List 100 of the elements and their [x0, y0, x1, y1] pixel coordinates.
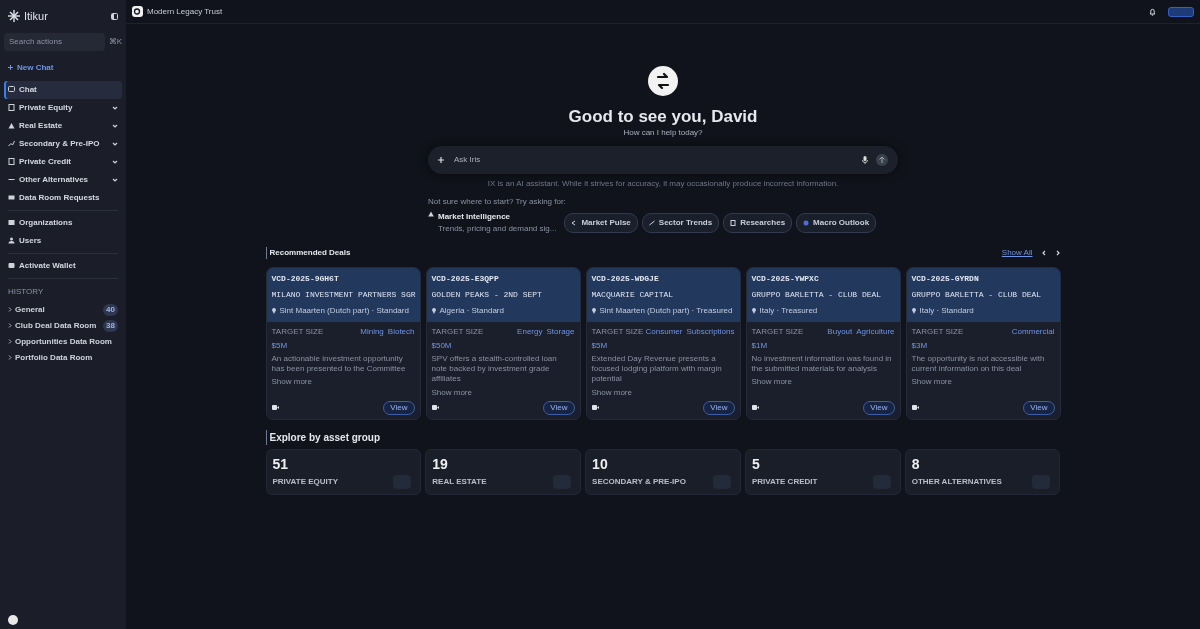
deal-size: $3M [911, 339, 929, 352]
send-button[interactable] [876, 153, 888, 166]
brand-name: Itikur [24, 9, 48, 24]
history-item[interactable]: Club Deal Data Room [15, 319, 97, 332]
chevron-icon [8, 339, 12, 344]
show-more-link[interactable]: Show more [271, 376, 415, 389]
chat-input-box[interactable]: Ask Iris [428, 145, 898, 174]
nav-item[interactable]: Other Alternatives [4, 170, 122, 189]
nav-item[interactable]: Secondary & Pre-IPO [4, 134, 122, 153]
asset-group-card[interactable]: 10 SECONDARY & PRE-IPO [585, 448, 741, 495]
bell-icon[interactable] [1149, 7, 1156, 16]
chat-input[interactable]: Ask Iris [452, 152, 854, 167]
group-label: PRIVATE CREDIT [751, 475, 818, 488]
video-icon [911, 405, 919, 411]
nav-item[interactable]: Organizations [4, 213, 122, 232]
show-more-link[interactable]: Show more [751, 376, 895, 389]
size-label: TARGET SIZE [911, 325, 964, 338]
chevron-icon[interactable] [112, 176, 118, 183]
chip-icon [571, 219, 578, 226]
deal-size: $5M [591, 339, 609, 352]
deal-name: MILANO INVESTMENT PARTNERS SGR [271, 288, 415, 301]
deal-name: GRUPPO BARLETTA - CLUB DEAL [751, 288, 883, 301]
disclaimer-text: IX is an AI assistant. While it strives for accuracy, it may occasionally produce incorrect information. [487, 177, 839, 190]
view-button[interactable]: View [543, 400, 575, 415]
deal-card[interactable]: VCD-2025-E3QPP GOLDEN PEAKS - 2ND SEPT Algeria · Standard TARGET SIZE Energy Storage $50M SPV offers a stealth-controlled loan note backed by investment grade affiliates Show more View [425, 266, 581, 420]
asset-group-card[interactable]: 8 OTHER ALTERNATIVES [904, 448, 1061, 495]
size-label: TARGET SIZE [431, 325, 484, 338]
deal-tag: Energy [517, 325, 543, 338]
pin-icon [431, 307, 436, 314]
chevron-icon[interactable] [112, 158, 118, 165]
suggestion-chip[interactable]: Researches [723, 212, 793, 233]
nav-icon [8, 237, 15, 244]
deal-code: VCD-2025-WDGJE [591, 272, 660, 285]
plus-icon[interactable] [438, 156, 444, 163]
asset-group-card[interactable]: 19 REAL ESTATE [425, 448, 582, 495]
show-all-link[interactable]: Show All [1001, 246, 1033, 259]
nav-item[interactable]: Chat [4, 80, 122, 99]
size-label: TARGET SIZE [751, 325, 804, 338]
prompt-hint: Not sure where to start? Try asking for: [428, 195, 567, 208]
sidebar-toggle-icon[interactable] [111, 12, 118, 20]
view-button[interactable]: View [1023, 400, 1055, 415]
show-more-link[interactable]: Show more [431, 386, 575, 399]
nav-item[interactable]: Data Room Requests [4, 188, 122, 207]
show-more-link[interactable]: Show more [591, 386, 735, 399]
deal-card[interactable] [265, 266, 421, 420]
nav-icon [8, 122, 15, 129]
avatar[interactable] [8, 615, 18, 625]
deal-location: Italy · Standard [919, 304, 974, 317]
count-badge: 40 [103, 303, 118, 316]
workspace-name[interactable]: Modern Legacy Trust [147, 5, 223, 18]
asset-group-card[interactable]: 5 PRIVATE CREDIT [744, 448, 901, 495]
logo-icon [648, 66, 678, 96]
show-more-link[interactable]: Show more [911, 376, 1055, 389]
deal-size: $50M [431, 339, 453, 352]
deal-tag: Consumer [645, 325, 683, 338]
pin-icon [591, 307, 596, 314]
history-item[interactable]: General [15, 303, 45, 316]
plus-icon [8, 65, 13, 70]
section-label: HISTORY [7, 285, 45, 298]
suggestion-chip[interactable]: Market Pulse [564, 212, 638, 233]
history-item[interactable]: Portfolio Data Room [15, 351, 93, 364]
pin-icon [271, 307, 276, 314]
group-count: 8 [911, 456, 921, 471]
nav-item[interactable]: Users [4, 231, 122, 250]
deal-location: Sint Maarten (Dutch part) · Treasured [599, 304, 733, 317]
nav-item[interactable]: Activate Wallet [4, 256, 122, 275]
view-button[interactable]: View [863, 400, 895, 415]
warning-icon [428, 210, 434, 217]
search-field[interactable]: Search actions [4, 32, 105, 51]
chevron-icon[interactable] [112, 104, 118, 111]
history-item[interactable]: Opportunities Data Room [15, 335, 112, 348]
chevron-icon[interactable] [112, 122, 118, 129]
nav-icon [8, 86, 15, 93]
chip-icon [730, 219, 737, 226]
chevron-icon[interactable] [112, 140, 118, 147]
view-button[interactable]: View [383, 400, 415, 415]
suggestion-chip[interactable]: Macro Outlook [796, 212, 877, 233]
deal-name: GOLDEN PEAKS - 2ND SEPT [431, 288, 543, 301]
deal-card[interactable]: VCD-2025-YWPXC GRUPPO BARLETTA - CLUB DEAL Italy · Treasured TARGET SIZE Buyout Agriculture $1M No investment information was found in the submitted materials for analysis Show more View [745, 266, 901, 420]
workspace-icon[interactable] [132, 6, 143, 17]
view-button[interactable]: View [703, 400, 735, 415]
microphone-icon[interactable] [862, 155, 868, 164]
deal-code: VCD-2025-E3QPP [431, 272, 500, 285]
deal-card[interactable] [585, 266, 741, 420]
suggestion-title[interactable]: Market Intelligence [438, 210, 557, 223]
deal-description: No investment information was found in the submitted materials for analysis [751, 353, 893, 375]
asset-group-card[interactable]: 51 PRIVATE EQUITY [265, 448, 422, 495]
shortcut-hint: ⌘K [108, 35, 122, 48]
group-count: 19 [432, 456, 449, 471]
toggle-switch[interactable] [1168, 6, 1194, 17]
group-label: REAL ESTATE [432, 475, 487, 488]
pin-icon [751, 307, 756, 314]
nav-item[interactable]: Private Credit [4, 152, 122, 171]
suggestion-subtitle: Trends, pricing and demand sig... [438, 222, 557, 235]
nav-item[interactable]: Private Equity [4, 98, 122, 117]
suggestion-chip[interactable]: Sector Trends [641, 212, 720, 233]
new-chat-button[interactable]: New Chat [4, 58, 122, 77]
nav-item[interactable]: Real Estate [4, 116, 122, 135]
deal-card[interactable]: VCD-2025-GYRDN GRUPPO BARLETTA - CLUB DEAL Italy · Standard TARGET SIZE Commercial $3M The opportunity is not accessible with current information on this deal Show more View [905, 266, 1061, 420]
nav-icon [8, 262, 15, 269]
